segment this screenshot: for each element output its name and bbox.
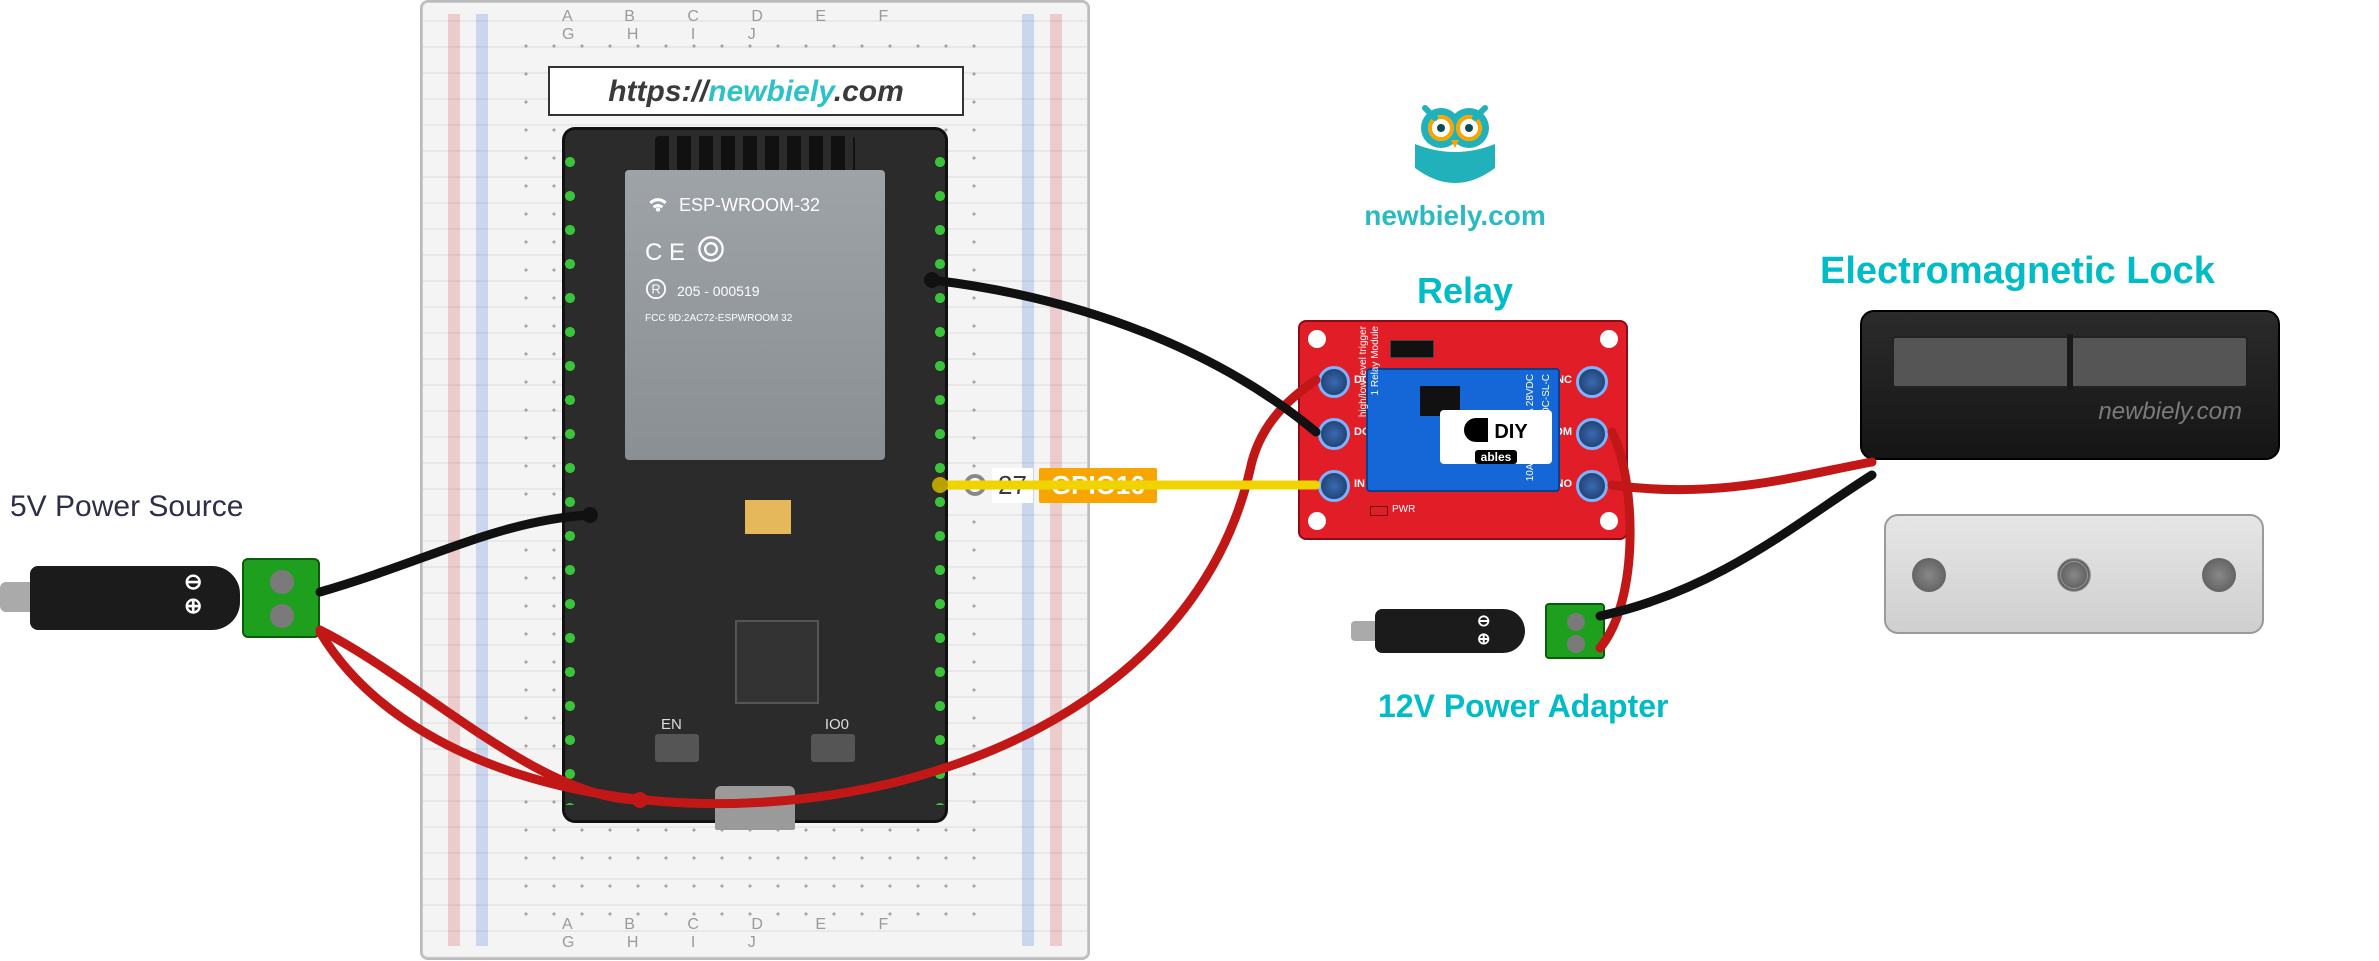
- esp32-pins-left: [559, 145, 581, 805]
- relay-terminal-nc: [1576, 366, 1608, 398]
- plug5-screw-neg: [270, 570, 294, 594]
- plug5-barrel: [30, 566, 240, 630]
- plug12-polarity-icon: ⊖ ⊕: [1477, 613, 1490, 649]
- esp32-antenna: [655, 136, 855, 170]
- relay-terminal-dcminus: [1318, 418, 1350, 450]
- lock-armature-plate: [1884, 514, 2264, 634]
- esp32-module-text: ESP-WROOM-32: [679, 195, 820, 216]
- relay-terminal-dcplus: [1318, 366, 1350, 398]
- relay-diy-bottom: ables: [1475, 450, 1518, 464]
- lock-armature-hole: [1912, 558, 1946, 592]
- plug12-plus: ⊕: [1477, 631, 1490, 648]
- bb-rail-neg-left: [476, 14, 488, 946]
- relay-pwr-label: PWR: [1392, 504, 1415, 515]
- plug5-tip: [0, 582, 34, 612]
- lock-armature-hole: [2202, 558, 2236, 592]
- lock-title: Electromagnetic Lock: [1820, 250, 2340, 293]
- plug5-screw-terminal: [242, 558, 320, 638]
- bb-col-labels-bottom: A B C D E F G H I J: [562, 916, 948, 952]
- relay-terminal-in: [1318, 470, 1350, 502]
- relay-label-in: IN: [1354, 478, 1365, 490]
- 5v-power-plug: ⊖ ⊕: [30, 542, 320, 652]
- lock-watermark: newbiely.com: [2098, 398, 2242, 426]
- esp32-smd-component: [745, 500, 791, 534]
- bb-col-labels-top: A B C D E F G H I J: [562, 8, 948, 44]
- esp32-pcb-area: EN IO0: [615, 490, 895, 770]
- relay-pcb-text2: high/low level trigger: [1358, 326, 1369, 417]
- plug5-polarity-icon: ⊖ ⊕: [184, 570, 202, 618]
- relay-diy-badge: DIY ables: [1440, 410, 1552, 464]
- esp32-io0-label: IO0: [825, 716, 849, 733]
- brand-text: newbiely.com: [1335, 200, 1575, 232]
- wire-relay-no-to-lock: [1612, 462, 1872, 490]
- esp32-en-label: EN: [661, 716, 682, 733]
- relay-diy-top: DIY: [1494, 421, 1527, 443]
- relay-title: Relay: [1370, 270, 1560, 312]
- relay-terminal-com: [1576, 418, 1608, 450]
- esp32-en-button[interactable]: [655, 734, 699, 762]
- plug5-plus: ⊕: [184, 593, 202, 618]
- diy-flag-icon: [1464, 418, 1488, 442]
- owl-icon: [1395, 88, 1515, 208]
- wire-12v-minus-to-lock: [1600, 475, 1872, 616]
- relay-mount-hole: [1600, 512, 1618, 530]
- svg-text:R: R: [651, 282, 660, 297]
- plug5-screw-pos: [270, 604, 294, 628]
- r-mark-icon: R: [645, 278, 667, 303]
- plug12-barrel: [1375, 609, 1525, 653]
- wifi-icon: [645, 190, 671, 221]
- lock-armature-center: [2057, 558, 2091, 592]
- lock-magnet-body: newbiely.com: [1860, 310, 2280, 460]
- gpio-callout-ring-icon: [964, 474, 986, 496]
- esp32-io0-button[interactable]: [811, 734, 855, 762]
- electromagnetic-lock: newbiely.com: [1860, 310, 2280, 670]
- relay-mount-hole: [1308, 330, 1326, 348]
- relay-mount-hole: [1600, 330, 1618, 348]
- relay-pcb-text1: 1 Relay Module: [1370, 326, 1381, 395]
- esp32-devkit: ESP-WROOM-32 C E R 205 - 000519 FCC 9D:2…: [565, 130, 945, 820]
- rohs-icon: [697, 235, 725, 270]
- 12v-power-plug: ⊖ ⊕: [1375, 595, 1605, 665]
- esp32-cert-code: 205 - 000519: [677, 283, 760, 299]
- ce-mark: C E: [645, 239, 685, 267]
- gpio-callout: 27 GPIO16: [964, 465, 1157, 505]
- adapter12-label: 12V Power Adapter: [1378, 688, 1678, 725]
- wiring-diagram: A B C D E F G H I J A B C D E F G H I J …: [0, 0, 2379, 961]
- gpio-callout-gpio: GPIO16: [1039, 468, 1157, 503]
- source-url-badge: https://newbiely.com: [548, 66, 964, 116]
- gpio-callout-physical: 27: [992, 468, 1033, 503]
- relay-mount-hole: [1308, 512, 1326, 530]
- plug12-screw-neg: [1567, 613, 1585, 631]
- relay-power-led: [1370, 506, 1388, 516]
- lock-magnet-gap: [2067, 334, 2073, 390]
- plug5-minus: ⊖: [184, 569, 202, 594]
- source5-label: 5V Power Source: [10, 490, 290, 524]
- esp32-fcc-text: FCC 9D:2AC72-ESPWROOM 32: [645, 313, 865, 324]
- relay-module: DC+ DC- IN NC COM NO SRD-05VDC-SL-C 10A …: [1298, 320, 1628, 540]
- esp32-metal-shield: ESP-WROOM-32 C E R 205 - 000519 FCC 9D:2…: [625, 170, 885, 460]
- relay-jumper: [1390, 340, 1434, 358]
- bb-rail-pos-left: [448, 14, 460, 946]
- plug12-screw-pos: [1567, 635, 1585, 653]
- url-part-host: newbiely: [708, 75, 834, 108]
- esp32-pins-right: [929, 145, 951, 805]
- esp32-micro-usb: [715, 786, 795, 830]
- plug12-screw-terminal: [1545, 603, 1605, 659]
- esp32-usb-uart-chip: [735, 620, 819, 704]
- relay-terminal-no: [1576, 470, 1608, 502]
- url-part-scheme: https://: [608, 75, 708, 108]
- url-part-tld: .com: [834, 75, 904, 108]
- plug12-minus: ⊖: [1477, 613, 1490, 630]
